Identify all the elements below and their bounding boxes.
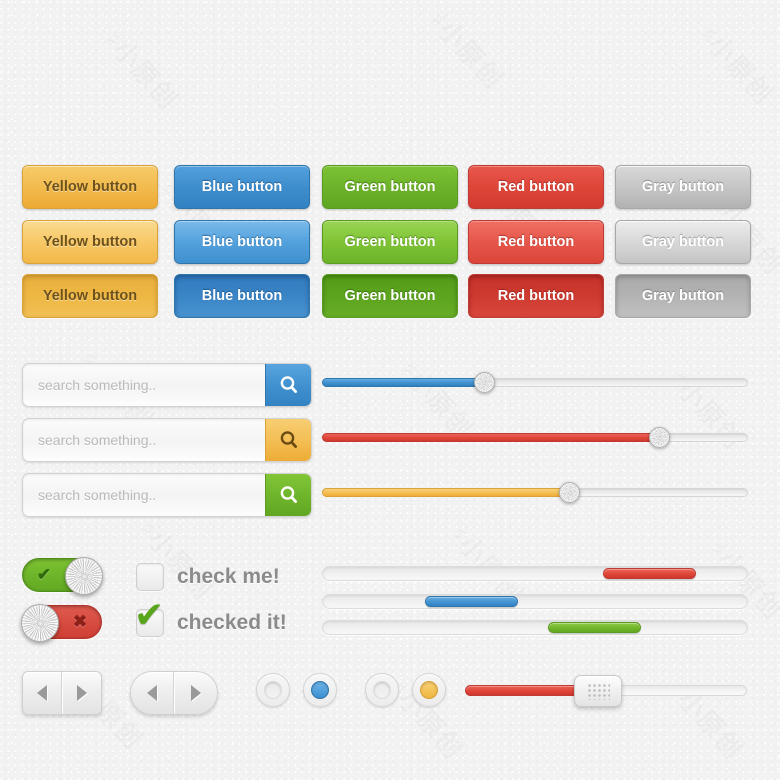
scrollbar-thumb[interactable] [424, 596, 519, 607]
button-red-normal[interactable]: Red button [468, 165, 604, 209]
slider-fill [322, 488, 570, 497]
toggle-switch-off[interactable]: ✖ [21, 604, 102, 642]
search-field-green[interactable]: search something.. [22, 473, 312, 517]
button-yellow-normal[interactable]: Yellow button [22, 165, 158, 209]
button-gray-normal[interactable]: Gray button [615, 165, 751, 209]
checkbox-label: check me! [177, 565, 280, 588]
search-icon [278, 429, 300, 451]
slider-handle[interactable] [573, 675, 622, 707]
button-red-pressed[interactable]: Red button [468, 274, 604, 318]
slider-yellow[interactable] [322, 482, 748, 503]
pager-next-button[interactable] [174, 672, 217, 714]
scrollbar-thumb[interactable] [547, 622, 641, 633]
checkbox-checked[interactable]: ✔ [134, 598, 164, 637]
search-button-green[interactable] [265, 474, 311, 516]
checkbox-row-unchecked[interactable]: check me! [136, 563, 280, 591]
slider-blue[interactable] [322, 372, 748, 393]
button-green-hover[interactable]: Green button [322, 220, 458, 264]
button-gray-pressed[interactable]: Gray button [615, 274, 751, 318]
slider-knob[interactable] [559, 482, 581, 503]
radio-button-selected-blue[interactable] [303, 673, 337, 707]
pager-prev-button[interactable] [23, 672, 62, 714]
button-yellow-pressed[interactable]: Yellow button [22, 274, 158, 318]
button-gray-hover[interactable]: Gray button [615, 220, 751, 264]
arrow-right-icon [77, 685, 87, 701]
search-icon [278, 374, 300, 396]
radio-dot [264, 681, 282, 699]
search-input[interactable]: search something.. [23, 377, 265, 393]
radio-button-unselected-2[interactable] [365, 673, 399, 707]
pager-prev-button[interactable] [131, 672, 174, 714]
arrow-left-icon [147, 685, 157, 701]
radio-dot [420, 681, 438, 699]
button-blue-pressed[interactable]: Blue button [174, 274, 310, 318]
cross-icon: ✖ [72, 612, 88, 631]
search-input[interactable]: search something.. [23, 487, 265, 503]
button-blue-hover[interactable]: Blue button [174, 220, 310, 264]
check-icon: ✔ [134, 595, 165, 636]
slider-knob[interactable] [648, 427, 670, 448]
button-green-pressed[interactable]: Green button [322, 274, 458, 318]
pager-rect[interactable] [22, 671, 102, 715]
button-red-hover[interactable]: Red button [468, 220, 604, 264]
toggle-switch-on[interactable]: ✔ [22, 557, 103, 595]
check-icon: ✔ [36, 565, 52, 584]
radio-dot [311, 681, 329, 699]
arrow-right-icon [191, 685, 201, 701]
toggle-knob[interactable] [21, 604, 59, 642]
scrollbar-green[interactable] [322, 620, 748, 635]
search-icon [278, 484, 300, 506]
arrow-left-icon [37, 685, 47, 701]
toggle-knob[interactable] [65, 557, 103, 595]
pager-pill[interactable] [130, 671, 218, 715]
slider-fill [322, 433, 659, 442]
button-yellow-hover[interactable]: Yellow button [22, 220, 158, 264]
grip-dots-icon [585, 682, 610, 700]
button-green-normal[interactable]: Green button [322, 165, 458, 209]
radio-dot [373, 681, 391, 699]
radio-button-unselected-1[interactable] [256, 673, 290, 707]
search-button-blue[interactable] [265, 364, 311, 406]
checkbox-label: checked it! [177, 611, 287, 634]
scrollbar-thumb[interactable] [602, 568, 697, 579]
scrollbar-red[interactable] [322, 566, 748, 581]
slider-grip-red[interactable] [465, 673, 747, 707]
search-field-blue[interactable]: search something.. [22, 363, 312, 407]
slider-fill [322, 378, 484, 387]
slider-red[interactable] [322, 427, 748, 448]
slider-knob[interactable] [473, 372, 495, 393]
search-field-yellow[interactable]: search something.. [22, 418, 312, 462]
search-input[interactable]: search something.. [23, 432, 265, 448]
search-button-yellow[interactable] [265, 419, 311, 461]
button-blue-normal[interactable]: Blue button [174, 165, 310, 209]
pager-next-button[interactable] [62, 672, 101, 714]
checkbox-unchecked[interactable] [136, 563, 164, 591]
radio-button-selected-yellow[interactable] [412, 673, 446, 707]
scrollbar-blue[interactable] [322, 594, 748, 609]
checkbox-row-checked[interactable]: ✔ checked it! [134, 598, 287, 637]
